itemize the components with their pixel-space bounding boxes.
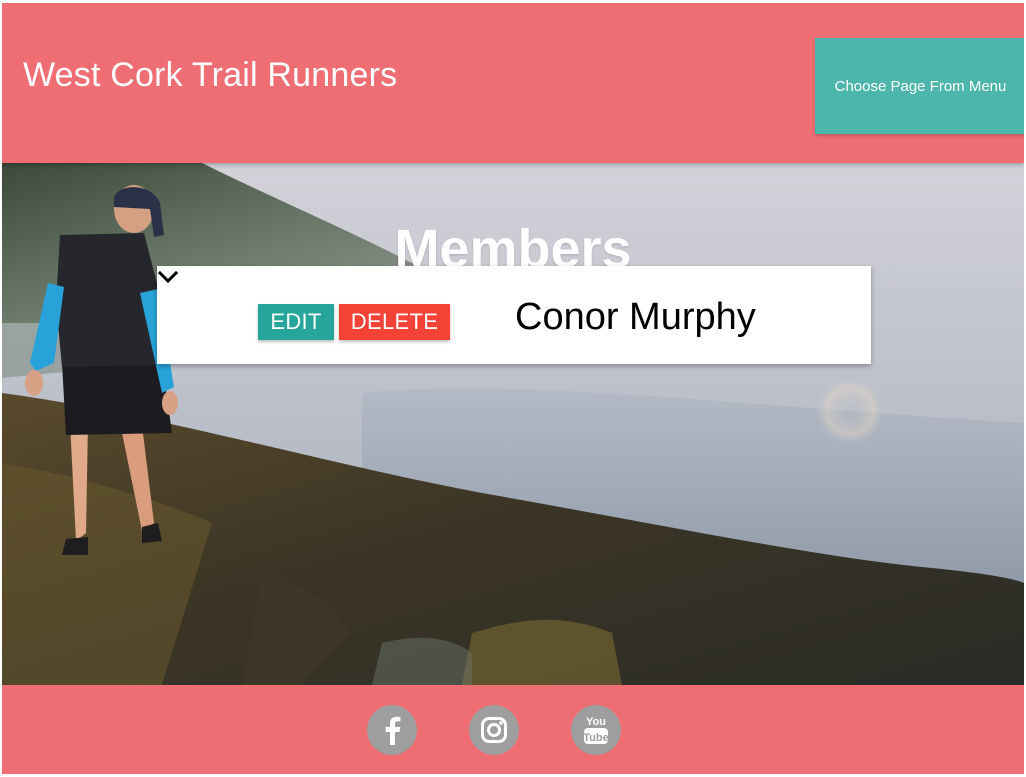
youtube-icon: You Tube bbox=[583, 716, 609, 744]
member-name: Conor Murphy bbox=[515, 296, 756, 338]
youtube-link[interactable]: You Tube bbox=[571, 705, 621, 755]
site-header: West Cork Trail Runners Choose Page From… bbox=[2, 3, 1024, 163]
site-title[interactable]: West Cork Trail Runners bbox=[23, 55, 397, 95]
edit-button[interactable]: EDIT bbox=[258, 304, 334, 340]
svg-text:Tube: Tube bbox=[583, 732, 608, 744]
chevron-down-icon[interactable] bbox=[157, 266, 179, 288]
facebook-icon bbox=[385, 716, 401, 745]
instagram-link[interactable] bbox=[469, 705, 519, 755]
hero-section: Members EDIT DELETE Conor Murphy bbox=[2, 163, 1024, 685]
app-frame: West Cork Trail Runners Choose Page From… bbox=[2, 3, 1024, 774]
member-card: EDIT DELETE Conor Murphy bbox=[157, 266, 871, 364]
delete-button[interactable]: DELETE bbox=[339, 304, 450, 340]
choose-page-menu-button[interactable]: Choose Page From Menu bbox=[815, 38, 1024, 134]
svg-text:You: You bbox=[586, 716, 606, 728]
instagram-icon bbox=[481, 717, 507, 743]
facebook-link[interactable] bbox=[367, 705, 417, 755]
site-footer: You Tube bbox=[2, 685, 1024, 774]
